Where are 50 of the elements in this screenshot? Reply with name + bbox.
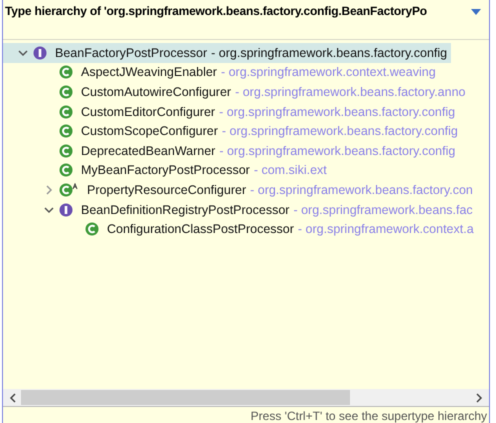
tree-item[interactable]: AspectJWeavingEnabler - org.springframework.context.weaving [3, 62, 440, 82]
expand-toggle-icon[interactable] [44, 184, 54, 195]
package-name: - org.springframework.context.a [298, 222, 474, 236]
type-name: PropertyResourceConfigurer [87, 182, 246, 197]
type-name: MyBeanFactoryPostProcessor [81, 163, 250, 178]
class-icon [59, 104, 73, 119]
interface-icon [59, 202, 73, 217]
tree-item[interactable]: CustomEditorConfigurer - org.springframework.beans.factory.config [3, 102, 460, 122]
type-name: CustomEditorConfigurer [81, 104, 216, 119]
menu-icon[interactable] [471, 9, 481, 15]
package-name: - org.springframework.beans.factory.con [250, 182, 473, 197]
class-icon [59, 65, 73, 80]
expand-toggle-icon[interactable] [18, 48, 28, 58]
type-name: BeanDefinitionRegistryPostProcessor [81, 202, 290, 217]
horizontal-scrollbar[interactable] [3, 389, 489, 407]
class-icon [85, 222, 99, 236]
type-name: BeanFactoryPostProcessor [55, 46, 208, 60]
package-name: - org.springframework.beans.fac [293, 202, 473, 217]
type-name: DeprecatedBeanWarner [81, 144, 216, 158]
package-name: - org.springframework.beans.factory.config [219, 104, 456, 119]
popup-title: Type hierarchy of 'org.springframework.beans.factory.config.BeanFactoryPo [5, 4, 428, 18]
scrollbar-thumb[interactable] [21, 390, 350, 405]
tree-item[interactable]: PropertyResourceConfigurer - org.springframework.beans.factory.con [3, 180, 477, 200]
package-name: - org.springframework.beans.factory.config [219, 144, 456, 158]
class-icon [59, 144, 73, 158]
tree-item[interactable]: CustomAutowireConfigurer - org.springframework.beans.factory.anno [3, 82, 470, 102]
scroll-left-icon[interactable] [9, 392, 17, 402]
type-name: ConfigurationClassPostProcessor [107, 222, 294, 236]
status-hint: Press 'Ctrl+T' to see the supertype hierarchy [250, 409, 487, 423]
package-name: - org.springframework.beans.factory.config [211, 46, 448, 60]
package-name: - org.springframework.beans.factory.anno [235, 84, 466, 99]
type-name: AspectJWeavingEnabler [81, 65, 217, 80]
class-icon [59, 84, 73, 99]
tree-item[interactable]: BeanFactoryPostProcessor - org.springframework.beans.factory.config [3, 43, 452, 63]
package-name: - org.springframework.context.weaving [220, 65, 436, 80]
tree-item[interactable]: CustomScopeConfigurer - org.springframework.beans.factory.config [3, 121, 462, 141]
interface-icon [33, 46, 47, 60]
tree-item[interactable]: DeprecatedBeanWarner - org.springframework.beans.factory.config [3, 140, 460, 161]
type-name: CustomScopeConfigurer [81, 124, 218, 138]
expand-toggle-icon[interactable] [44, 204, 54, 215]
tree-item[interactable]: ConfigurationClassPostProcessor - org.springframework.context.a [3, 219, 478, 239]
class-icon [59, 124, 73, 138]
abstract-class-icon [59, 182, 79, 197]
package-name: - com.siki.ext [254, 163, 327, 178]
tree-item[interactable]: MyBeanFactoryPostProcessor - com.siki.ext [3, 160, 331, 180]
scroll-right-icon[interactable] [475, 392, 483, 402]
tree-item[interactable]: BeanDefinitionRegistryPostProcessor - org.springframework.beans.fac [3, 200, 477, 220]
class-icon [59, 163, 73, 178]
package-name: - org.springframework.beans.factory.config [222, 124, 458, 138]
type-name: CustomAutowireConfigurer [81, 84, 232, 99]
